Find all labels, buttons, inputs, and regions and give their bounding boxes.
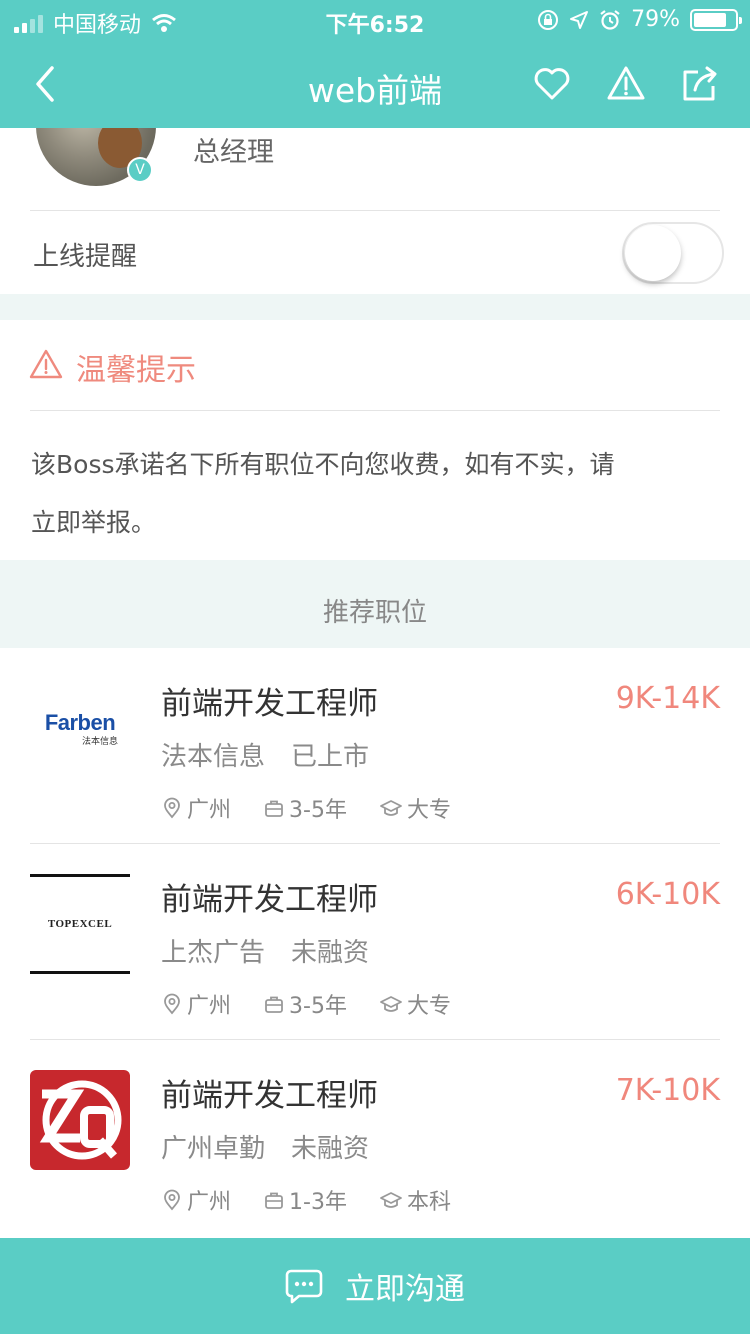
boss-job-title: 总经理 — [193, 137, 274, 168]
company-info: 广州卓勤 未融资 — [161, 1134, 370, 1164]
location-pin-icon — [164, 993, 180, 1015]
alarm-icon — [600, 9, 620, 30]
rotation-lock-icon — [538, 9, 559, 30]
job-name: 前端开发工程师 — [161, 686, 378, 722]
job-card[interactable]: Farben 法本信息 前端开发工程师 9K-14K 法本信息 已上市 广州 3… — [0, 648, 750, 844]
job-education: 大专 — [406, 798, 451, 823]
recommended-header: 推荐职位 — [0, 560, 750, 648]
briefcase-icon — [265, 996, 283, 1013]
job-location: 广州 — [187, 994, 232, 1019]
job-experience: 3-5年 — [289, 798, 347, 823]
job-salary: 6K-10K — [615, 877, 720, 912]
chat-now-button[interactable]: 立即沟通 — [0, 1238, 750, 1334]
job-salary: 7K-10K — [615, 1073, 720, 1108]
briefcase-icon — [265, 800, 283, 817]
online-reminder-label: 上线提醒 — [33, 242, 138, 272]
divider — [30, 410, 720, 411]
job-card[interactable]: 前端开发工程师 7K-10K 广州卓勤 未融资 广州 1-3年 本科 — [0, 1040, 750, 1236]
share-icon[interactable] — [680, 64, 720, 104]
zq-logo-mark — [39, 1080, 122, 1160]
verified-badge: V — [127, 157, 153, 183]
warning-icon — [29, 349, 63, 379]
report-warning-icon[interactable] — [606, 64, 646, 104]
logo-subtext: 法本信息 — [81, 736, 118, 747]
job-name: 前端开发工程师 — [161, 1078, 378, 1114]
company-logo: TOPEXCEL — [30, 874, 130, 974]
location-pin-icon — [164, 797, 180, 819]
job-experience: 3-5年 — [289, 994, 347, 1019]
location-arrow-icon — [570, 10, 589, 29]
location-pin-icon — [164, 1189, 180, 1211]
tip-line: 立即举报。 — [31, 508, 157, 537]
job-location: 广州 — [187, 798, 232, 823]
divider — [30, 210, 720, 211]
nav-bar: web前端 — [0, 40, 750, 128]
toggle-knob — [625, 225, 681, 281]
chat-now-label: 立即沟通 — [345, 1272, 465, 1307]
graduation-cap-icon — [380, 800, 402, 816]
job-name: 前端开发工程师 — [161, 882, 378, 918]
status-bar: 中国移动 下午6:52 79% — [0, 0, 750, 40]
graduation-cap-icon — [380, 996, 402, 1012]
job-card[interactable]: TOPEXCEL 前端开发工程师 6K-10K 上杰广告 未融资 广州 3-5年… — [0, 844, 750, 1040]
online-reminder-toggle[interactable] — [622, 222, 724, 284]
company-info: 法本信息 已上市 — [161, 742, 370, 772]
job-education: 大专 — [406, 994, 451, 1019]
battery-percent: 79% — [631, 7, 680, 32]
tip-line: 该Boss承诺名下所有职位不向您收费，如有不实，请 — [31, 450, 615, 479]
job-location: 广州 — [187, 1190, 232, 1215]
logo-text: TOPEXCEL — [47, 918, 113, 930]
company-logo: Farben 法本信息 — [30, 678, 130, 778]
company-info: 上杰广告 未融资 — [161, 938, 370, 968]
job-experience: 1-3年 — [289, 1190, 347, 1215]
heart-icon[interactable] — [532, 64, 572, 104]
logo-text: Farben — [44, 709, 116, 735]
tip-text: 该Boss承诺名下所有职位不向您收费，如有不实，请 立即举报。 — [31, 436, 671, 552]
job-salary: 9K-14K — [615, 681, 720, 716]
tip-title: 温馨提示 — [76, 353, 196, 388]
company-logo — [30, 1070, 130, 1170]
top-bar: 中国移动 下午6:52 79% web前端 — [0, 0, 750, 128]
section-gap — [0, 294, 750, 320]
job-education: 本科 — [406, 1190, 451, 1215]
battery-icon — [690, 8, 742, 31]
briefcase-icon — [265, 1192, 283, 1209]
chat-bubble-icon — [285, 1269, 323, 1304]
graduation-cap-icon — [380, 1192, 402, 1208]
